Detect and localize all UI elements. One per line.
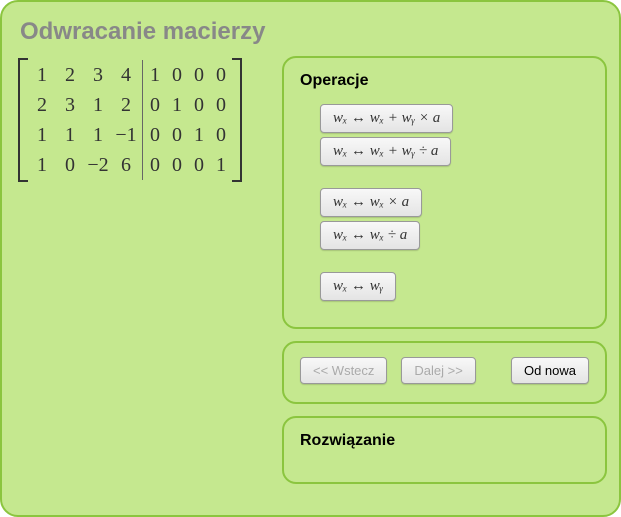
back-button[interactable]: << Wstecz [300, 357, 387, 384]
matrix-separator [142, 120, 143, 150]
reset-label: Od nowa [524, 363, 576, 378]
bracket-left [18, 58, 26, 182]
matrix-grid: 1234100023120100111−1001010−260001 [26, 58, 234, 182]
matrix-cell: −1 [112, 124, 140, 147]
matrix-separator [142, 60, 143, 90]
op-group-2: wₓ ↔ wₓ × a wₓ ↔ wₓ ÷ a [300, 188, 589, 254]
matrix-cell: 0 [210, 124, 232, 147]
matrix-cell: 0 [188, 64, 210, 87]
op-add-div-button[interactable]: wₓ ↔ wₓ + wᵧ ÷ a [320, 137, 451, 166]
matrix-cell: 0 [166, 64, 188, 87]
matrix-cell: 0 [210, 94, 232, 117]
matrix-cell: 1 [28, 64, 56, 87]
matrix-separator [142, 90, 143, 120]
matrix-cell: 0 [188, 154, 210, 177]
matrix-cell: 1 [84, 94, 112, 117]
op-swap-button[interactable]: wₓ ↔ wᵧ [320, 272, 396, 301]
matrix-cell: 0 [144, 154, 166, 177]
op-add-mul-button[interactable]: wₓ ↔ wₓ + wᵧ × a [320, 104, 453, 133]
matrix-cell: 0 [166, 124, 188, 147]
op-mul-button[interactable]: wₓ ↔ wₓ × a [320, 188, 422, 217]
op-btn-label: wₓ ↔ wₓ + wᵧ × a [333, 110, 440, 126]
matrix-cell: 2 [28, 94, 56, 117]
matrix-cell: 2 [112, 94, 140, 117]
matrix-cell: 1 [28, 154, 56, 177]
matrix-cell: 1 [166, 94, 188, 117]
matrix-cell: 2 [56, 64, 84, 87]
matrix-cell: −2 [84, 154, 112, 177]
operations-panel: Operacje wₓ ↔ wₓ + wᵧ × a wₓ ↔ wₓ + wᵧ ÷… [282, 56, 607, 329]
next-button[interactable]: Dalej >> [401, 357, 475, 384]
matrix-panel: 1234100023120100111−1001010−260001 [14, 56, 274, 484]
back-label: << Wstecz [313, 363, 374, 378]
matrix-cell: 1 [188, 124, 210, 147]
matrix-cell: 1 [144, 64, 166, 87]
op-btn-label: wₓ ↔ wₓ + wᵧ ÷ a [333, 143, 438, 159]
matrix-separator [142, 150, 143, 180]
matrix-cell: 0 [56, 154, 84, 177]
next-label: Dalej >> [414, 363, 462, 378]
op-btn-label: wₓ ↔ wᵧ [333, 278, 383, 294]
augmented-matrix: 1234100023120100111−1001010−260001 [14, 58, 274, 182]
solution-title: Rozwiązanie [300, 432, 589, 450]
app-container: Odwracanie macierzy 1234100023120100111−… [0, 0, 621, 517]
matrix-cell: 6 [112, 154, 140, 177]
matrix-cell: 1 [56, 124, 84, 147]
op-div-button[interactable]: wₓ ↔ wₓ ÷ a [320, 221, 420, 250]
matrix-cell: 3 [84, 64, 112, 87]
op-group-1: wₓ ↔ wₓ + wᵧ × a wₓ ↔ wₓ + wᵧ ÷ a [300, 104, 589, 170]
matrix-cell: 0 [166, 154, 188, 177]
matrix-cell: 0 [210, 64, 232, 87]
content: 1234100023120100111−1001010−260001 Opera… [14, 56, 607, 484]
bracket-right [234, 58, 242, 182]
matrix-cell: 1 [84, 124, 112, 147]
matrix-cell: 3 [56, 94, 84, 117]
solution-panel: Rozwiązanie [282, 416, 607, 484]
matrix-cell: 1 [28, 124, 56, 147]
right-column: Operacje wₓ ↔ wₓ + wᵧ × a wₓ ↔ wₓ + wᵧ ÷… [282, 56, 607, 484]
matrix-cell: 1 [210, 154, 232, 177]
operations-title: Operacje [300, 72, 589, 90]
matrix-cell: 0 [144, 124, 166, 147]
reset-button[interactable]: Od nowa [511, 357, 589, 384]
op-btn-label: wₓ ↔ wₓ ÷ a [333, 227, 407, 243]
op-group-3: wₓ ↔ wᵧ [300, 272, 589, 305]
page-title: Odwracanie macierzy [20, 18, 607, 46]
op-btn-label: wₓ ↔ wₓ × a [333, 194, 409, 210]
matrix-cell: 4 [112, 64, 140, 87]
matrix-cell: 0 [144, 94, 166, 117]
nav-panel: << Wstecz Dalej >> Od nowa [282, 341, 607, 404]
matrix-cell: 0 [188, 94, 210, 117]
